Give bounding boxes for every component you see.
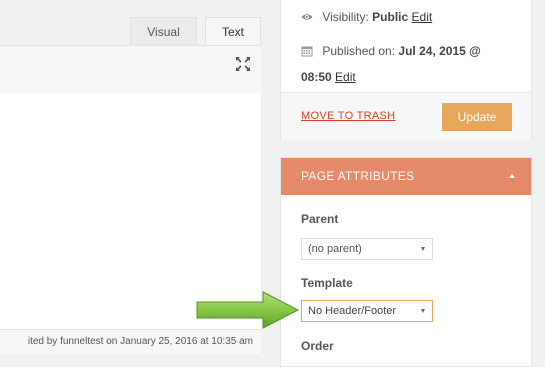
parent-select-value: (no parent) (308, 243, 362, 255)
published-row: Published on: Jul 24, 2015 @ 08:50 Edit (301, 38, 521, 90)
fullscreen-icon[interactable] (235, 56, 251, 72)
chevron-up-icon[interactable] (509, 174, 515, 178)
chevron-down-icon (421, 247, 425, 251)
parent-select[interactable]: (no parent) (301, 238, 433, 260)
visibility-value: Public (372, 10, 409, 24)
chevron-down-icon (421, 309, 425, 313)
last-edited-status: ited by funneltest on January 25, 2016 a… (0, 330, 261, 354)
page-attributes-box: PAGE ATTRIBUTES Parent (no parent) Templ… (280, 157, 532, 367)
page-attributes-title: PAGE ATTRIBUTES (301, 169, 415, 183)
tab-visual[interactable]: Visual (130, 17, 197, 45)
eye-icon (301, 14, 313, 20)
published-edit-link[interactable]: Edit (335, 70, 356, 84)
published-label: Published on: (322, 44, 396, 58)
green-arrow-annotation (196, 291, 300, 329)
template-select[interactable]: No Header/Footer (301, 300, 433, 322)
tab-text[interactable]: Text (205, 17, 261, 45)
order-label: Order (301, 339, 334, 353)
editor-tabbar: Visual Text (0, 0, 261, 45)
move-to-trash-link[interactable]: MOVE TO TRASH (301, 110, 395, 122)
publish-actions: MOVE TO TRASH Update (281, 92, 531, 140)
published-date: Jul 24, 2015 @ (398, 44, 481, 58)
visibility-label: Visibility: (322, 10, 369, 24)
template-select-value: No Header/Footer (308, 305, 397, 317)
template-label: Template (301, 276, 353, 290)
visibility-row: Visibility: Public Edit (301, 10, 432, 24)
publish-box: Visibility: Public Edit Published on: Ju… (280, 0, 532, 140)
published-time: 08:50 (301, 70, 332, 84)
editor-toolbar (0, 45, 261, 94)
visibility-edit-link[interactable]: Edit (412, 10, 433, 24)
page-attributes-header[interactable]: PAGE ATTRIBUTES (281, 158, 531, 195)
update-button[interactable]: Update (442, 103, 512, 131)
calendar-icon (301, 46, 313, 57)
parent-label: Parent (301, 212, 339, 226)
